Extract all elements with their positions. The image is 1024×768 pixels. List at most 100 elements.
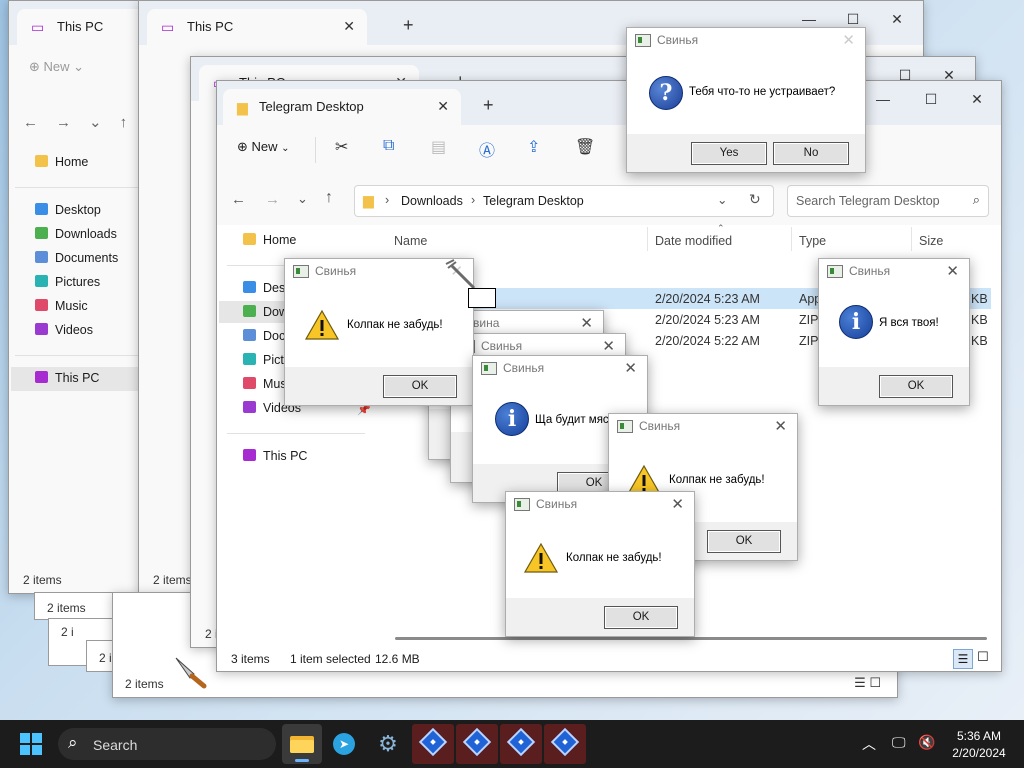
file-date: 2/20/2024 5:23 AM	[655, 292, 760, 306]
ok-button[interactable]: OK	[604, 606, 678, 629]
view-toggle-icons[interactable]: ☰ ☐	[854, 675, 881, 691]
search-placeholder: Search Telegram Desktop	[796, 194, 940, 208]
tab-this-pc[interactable]: ▭ This PC ✕	[147, 9, 367, 45]
chevron-down-icon[interactable]: ⌄	[717, 192, 727, 207]
taskbar-search[interactable]: ⌕ Search	[58, 728, 276, 760]
close-icon[interactable]: ✕	[671, 495, 684, 513]
close-icon[interactable]: ✕	[774, 417, 787, 435]
tab-telegram-desktop[interactable]: ▆ Telegram Desktop ✕	[223, 89, 461, 125]
folder-icon: ▆	[237, 99, 248, 115]
sidebar-item-this-pc[interactable]: This PC	[243, 449, 307, 463]
dialog-title: Свинья	[503, 361, 545, 375]
volume-muted-icon[interactable]: 🔇	[918, 734, 935, 751]
taskbar-settings[interactable]: ⚙	[368, 724, 408, 764]
dialog-title: Свинья	[657, 33, 699, 47]
sidebar-item-this-pc-inner: This PC	[35, 371, 99, 385]
column-header-type[interactable]: Type	[799, 234, 826, 248]
maximize-icon[interactable]: ☐	[911, 91, 951, 108]
network-icon[interactable]: 🖵	[892, 734, 906, 751]
taskbar: ⌕ Search ➤ ⚙ ︿ 🖵 🔇 5:36 AM 2/20/2024	[0, 720, 1024, 768]
minimize-icon[interactable]: —	[863, 91, 903, 107]
yes-button[interactable]: Yes	[691, 142, 767, 165]
status-item-count: 2 items	[47, 601, 86, 615]
column-header-name[interactable]: Name	[394, 234, 427, 248]
sidebar-item-pictures[interactable]: Pictures	[35, 275, 100, 289]
new-tab-icon[interactable]: +	[483, 95, 494, 116]
sidebar-label: Music	[55, 299, 88, 313]
forward-icon[interactable]: →	[265, 191, 280, 208]
nav-arrows[interactable]: ←→⌄↑	[23, 113, 145, 131]
up-icon[interactable]: ↑	[325, 189, 333, 207]
new-label: New	[43, 59, 70, 74]
refresh-icon[interactable]: ↻	[749, 191, 761, 208]
dialog-titlebar: Свинья ✕	[506, 492, 694, 516]
close-window-icon[interactable]: ✕	[877, 11, 917, 28]
sidebar-item-music[interactable]: Music	[35, 299, 88, 313]
recent-icon[interactable]: ⌄	[297, 191, 308, 207]
taskbar-app[interactable]	[456, 724, 498, 764]
new-button[interactable]: ⊕ New ⌄	[29, 59, 84, 75]
sidebar-item-music[interactable]: Mus	[243, 377, 287, 391]
delete-icon[interactable]: 🗑	[575, 137, 595, 157]
details-view-icon[interactable]: ☰	[953, 649, 973, 669]
back-icon[interactable]: ←	[231, 191, 246, 208]
sidebar-label: Home	[263, 233, 297, 247]
sidebar-item-pictures[interactable]: Pict	[243, 353, 284, 367]
taskbar-telegram[interactable]: ➤	[324, 724, 364, 764]
ok-button[interactable]: OK	[383, 375, 457, 398]
sidebar-item-downloads[interactable]: Downloads	[35, 227, 117, 241]
clock[interactable]: 5:36 AM 2/20/2024	[946, 729, 1012, 760]
rename-box[interactable]	[468, 288, 496, 308]
taskbar-app[interactable]	[500, 724, 542, 764]
file-size: KB	[971, 313, 988, 327]
close-tab-icon[interactable]: ✕	[437, 98, 449, 115]
taskbar-app[interactable]	[544, 724, 586, 764]
no-button[interactable]: No	[773, 142, 849, 165]
taskbar-app[interactable]	[412, 724, 454, 764]
sidebar-item-desktop[interactable]: Desktop	[35, 203, 101, 217]
column-header-size[interactable]: Size	[919, 234, 943, 248]
sidebar-item-home[interactable]: Home	[243, 233, 296, 247]
close-tab-icon[interactable]: ✕	[343, 18, 355, 35]
new-button[interactable]: ⊕ New ⌄	[237, 139, 290, 155]
copy-icon[interactable]: ⧉	[383, 137, 394, 155]
new-tab-icon[interactable]: +	[403, 15, 414, 36]
minimize-icon[interactable]: —	[789, 11, 829, 27]
taskbar-file-explorer[interactable]	[282, 724, 322, 764]
rename-icon[interactable]: Ⓐ	[479, 137, 495, 161]
ok-button[interactable]: OK	[707, 530, 781, 553]
close-icon[interactable]: ✕	[946, 262, 959, 280]
close-icon[interactable]: ✕	[842, 31, 855, 49]
sidebar-item-documents[interactable]: Documents	[35, 251, 118, 265]
sidebar-item-home[interactable]: Home	[35, 155, 88, 169]
maximize-icon[interactable]: ☐	[833, 11, 873, 28]
chevron-up-icon[interactable]: ︿	[862, 734, 876, 754]
dialog-question: Свинья ✕ ? Тебя что-то не устраивает? Ye…	[626, 27, 866, 173]
close-window-icon[interactable]: ✕	[957, 91, 997, 108]
address-bar[interactable]: ▆ › Downloads › Telegram Desktop ⌄ ↻	[354, 185, 774, 217]
tiles-view-icon[interactable]: ☐	[977, 649, 989, 665]
start-icon[interactable]	[20, 733, 42, 755]
paste-icon[interactable]: ▤	[431, 137, 446, 157]
close-icon[interactable]: ✕	[580, 314, 593, 332]
file-type: ZIP	[799, 313, 819, 327]
sidebar-item-videos[interactable]: Videos	[35, 323, 93, 337]
sidebar-item-this-pc[interactable]: This PC	[11, 367, 139, 391]
sidebar-item-documents[interactable]: Doc	[243, 329, 285, 343]
close-icon[interactable]: ✕	[602, 337, 615, 355]
close-icon[interactable]: ✕	[624, 359, 637, 377]
dialog-message: Колпак не забудь!	[669, 474, 765, 486]
horizontal-scrollbar[interactable]	[395, 637, 987, 640]
breadcrumb-downloads[interactable]: Downloads	[401, 194, 463, 208]
search-box[interactable]: Search Telegram Desktop ⌕	[787, 185, 989, 217]
ok-button[interactable]: OK	[879, 375, 953, 398]
column-header-date-modified[interactable]: Date modified	[655, 234, 732, 248]
share-icon[interactable]: ⇪	[527, 137, 540, 157]
search-label: Search	[93, 737, 138, 753]
settings-icon: ⚙	[378, 731, 398, 756]
dialog-titlebar: Свинья ✕	[627, 28, 865, 52]
sidebar-label: Home	[55, 155, 89, 169]
breadcrumb-telegram-desktop[interactable]: Telegram Desktop	[483, 194, 584, 208]
cut-icon[interactable]: ✂	[335, 137, 348, 157]
dialog-warning: Свинья ✕ Колпак не забудь! OK	[505, 491, 695, 637]
